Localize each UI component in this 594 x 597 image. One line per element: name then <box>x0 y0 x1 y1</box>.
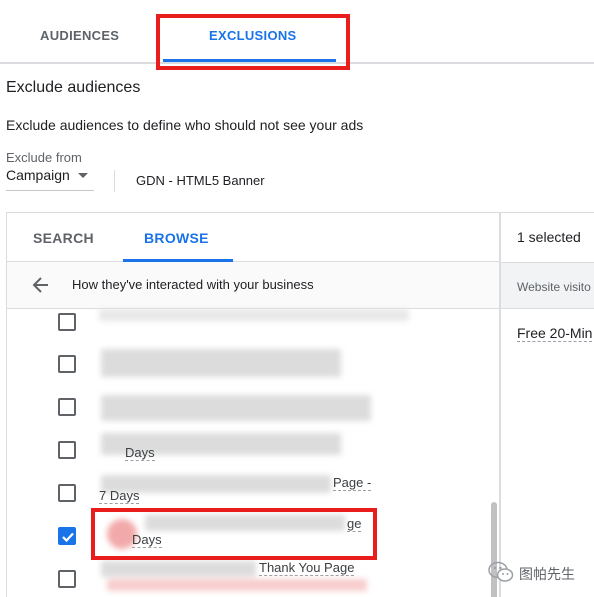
audience-label: Days <box>125 445 155 461</box>
redacted-text <box>101 395 371 421</box>
selected-group-header: Website visito <box>501 262 594 309</box>
selected-group-title: Website visito <box>517 280 591 294</box>
redacted-text <box>99 309 409 321</box>
redacted-text <box>101 561 256 577</box>
section-description: Exclude audiences to define who should n… <box>6 117 364 133</box>
checkmark-icon <box>62 532 74 543</box>
breadcrumb-row: How they've interacted with your busines… <box>7 262 499 309</box>
audience-label: 7 Days <box>99 488 140 504</box>
audience-checkbox[interactable] <box>58 355 76 373</box>
active-tab-indicator <box>163 59 336 62</box>
watermark-text: 图帕先生 <box>519 566 575 582</box>
browser-tab-bar: SEARCH BROWSE <box>7 213 499 262</box>
selected-audiences-panel: 1 selected Website visito Free 20-Min <box>500 212 594 597</box>
audience-checkbox[interactable] <box>58 313 76 331</box>
tab-browse[interactable]: BROWSE <box>144 230 209 246</box>
back-arrow-icon[interactable] <box>31 275 51 300</box>
audience-checkbox-checked[interactable] <box>58 527 76 545</box>
exclude-from-value: Campaign <box>6 167 70 183</box>
audience-label: Page - <box>333 475 372 491</box>
exclude-from-dropdown[interactable]: Campaign <box>6 165 94 191</box>
audience-list: Days Page - 7 Days ge Days Thank You Pag… <box>7 309 499 597</box>
divider <box>114 170 115 192</box>
tab-audiences[interactable]: AUDIENCES <box>40 28 119 43</box>
audience-browser-panel: SEARCH BROWSE How they've interacted wit… <box>6 212 500 597</box>
breadcrumb-title: How they've interacted with your busines… <box>72 277 314 292</box>
selected-audience-item[interactable]: Free 20-Min <box>517 325 593 342</box>
tab-search[interactable]: SEARCH <box>33 230 94 246</box>
dropdown-arrow-icon <box>78 173 88 178</box>
exclude-from-label: Exclude from <box>6 150 82 165</box>
audience-checkbox[interactable] <box>58 398 76 416</box>
wechat-icon <box>488 561 514 588</box>
audience-label: ge <box>347 516 362 532</box>
audience-checkbox[interactable] <box>58 441 76 459</box>
top-tab-bar: AUDIENCES EXCLUSIONS <box>0 0 594 64</box>
redacted-text <box>107 579 367 591</box>
audience-checkbox[interactable] <box>58 570 76 588</box>
redacted-text <box>101 349 341 377</box>
tab-exclusions[interactable]: EXCLUSIONS <box>209 28 297 43</box>
watermark: 图帕先生 <box>488 561 592 585</box>
selected-count: 1 selected <box>517 229 581 245</box>
section-title: Exclude audiences <box>6 79 141 96</box>
audience-label: Days <box>132 532 162 548</box>
campaign-name: GDN - HTML5 Banner <box>136 173 265 188</box>
audience-label: Thank You Page <box>259 560 355 576</box>
audience-checkbox[interactable] <box>58 484 76 502</box>
redacted-text <box>145 515 345 531</box>
